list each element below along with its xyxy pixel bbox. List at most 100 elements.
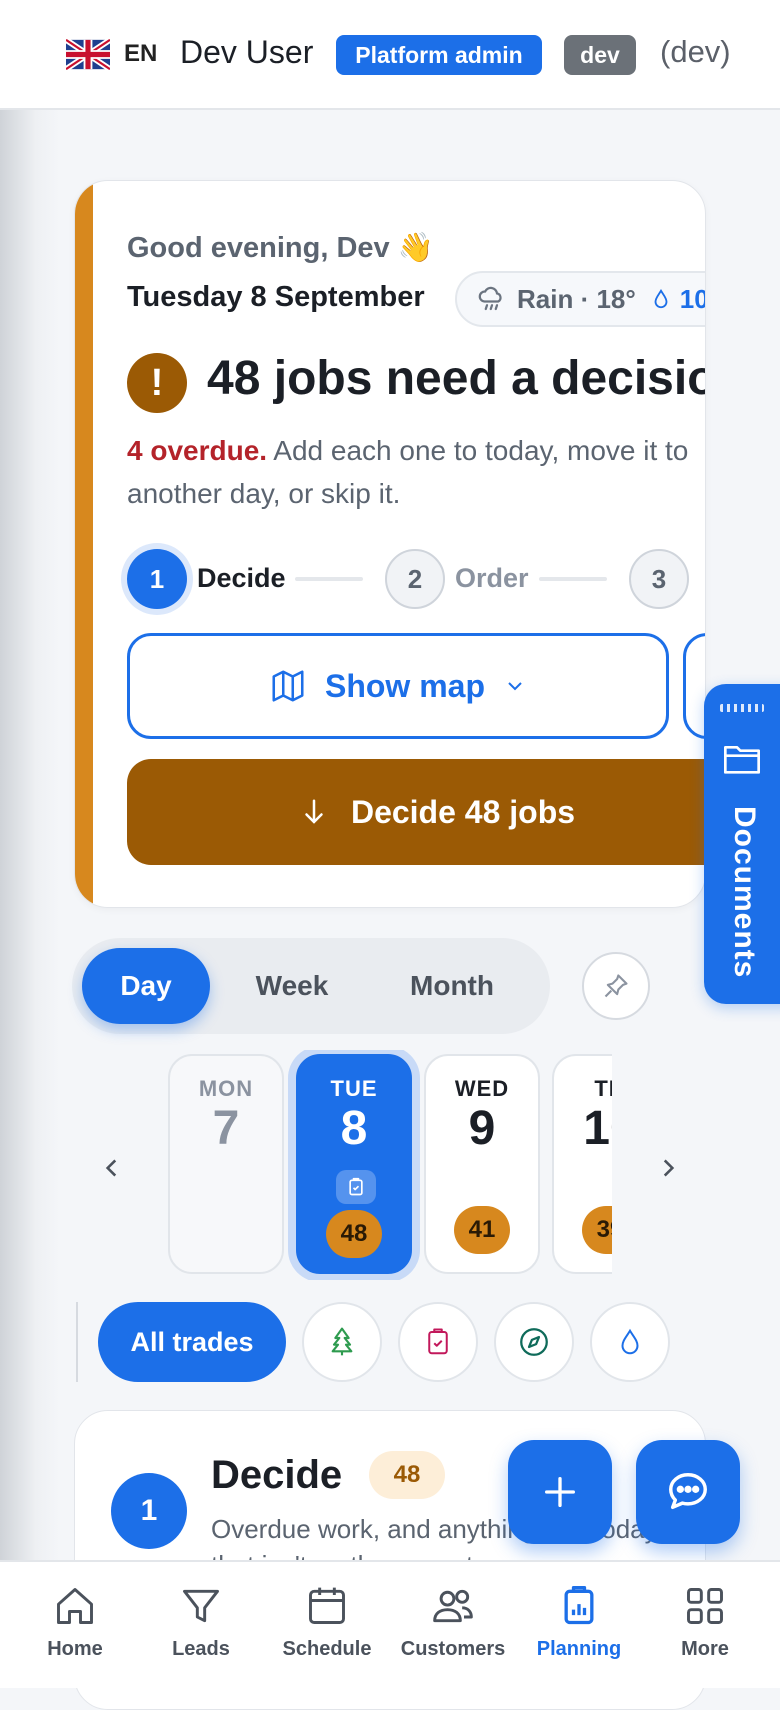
nav-more-label: More [681,1638,729,1660]
toggle-month[interactable]: Month [372,948,532,1024]
card-accent-bar [75,181,93,907]
day-card-tue[interactable]: TUE 8 48 [296,1054,412,1274]
day-date: 10 [583,1102,612,1155]
rain-value: 10 [679,283,706,314]
filter-icon [183,1589,219,1623]
chevron-right-icon [663,1159,675,1177]
day-name: TH [594,1076,612,1101]
user-name: Dev User [180,34,314,70]
toggle-week[interactable]: Week [222,948,362,1024]
decide-button-label: Decide 48 jobs [350,793,576,830]
section-number: 1 [111,1473,187,1549]
summary-card: Good evening, Dev 👋 Tuesday 8 September … [74,180,706,908]
folder-icon [724,746,760,774]
chat-bubble-icon [669,1473,707,1510]
pin-icon [604,974,628,998]
weather-condition: Rain · 18° [517,283,636,314]
day-name: WED [454,1076,510,1101]
tree-trade-filter[interactable] [302,1302,382,1382]
nav-leads[interactable]: Leads [138,1562,264,1690]
step-2-label: Order [455,563,529,593]
clipboard-check-icon [428,1328,448,1355]
day-date: 8 [340,1102,368,1155]
documents-label: Documents [728,806,761,979]
next-day-button[interactable] [648,1148,688,1188]
day-card-mon[interactable]: MON 7 [168,1054,284,1274]
alert-icon: ! [127,353,187,413]
step-1-label: Decide [197,563,286,593]
water-trade-filter[interactable] [590,1302,670,1382]
inspection-trade-filter[interactable] [398,1302,478,1382]
day-name: MON [198,1076,254,1101]
pin-button[interactable] [582,952,650,1020]
prev-day-button[interactable] [92,1148,132,1188]
step-1-circle[interactable]: 1 [127,549,187,609]
plus-icon [545,1477,575,1507]
step-2-circle[interactable]: 2 [385,549,445,609]
map-icon [272,670,304,702]
home-icon [57,1588,93,1624]
planning-icon [564,1586,594,1625]
day-date: 9 [468,1102,496,1155]
decide-jobs-button[interactable]: Decide 48 jobs [127,759,705,865]
uk-flag-icon[interactable] [66,39,110,70]
env-suffix: (dev) [660,34,731,69]
language-code[interactable]: EN [124,40,157,68]
chat-button[interactable] [636,1440,740,1544]
day-card-wed[interactable]: WED 9 41 [424,1054,540,1274]
weather-chip[interactable]: Rain · 18° 10 [455,271,706,327]
step-3-circle[interactable]: 3 [629,549,689,609]
chevron-down-icon [508,682,522,691]
rain-drop-icon [654,288,668,309]
nav-customers[interactable]: Customers [390,1562,516,1690]
chevron-left-icon [105,1159,117,1177]
day-name: TUE [330,1076,378,1101]
secondary-action-button[interactable] [683,633,705,739]
calendar-icon [309,1587,345,1624]
show-map-label: Show map [324,667,485,704]
step-connector [295,577,363,581]
section-count-badge: 48 [369,1451,445,1499]
nav-schedule[interactable]: Schedule [264,1562,390,1690]
nav-customers-label: Customers [400,1638,506,1660]
section-title: Decide [211,1453,343,1497]
date-strip: MON 7 TUE 8 48 WED 9 41 TH 10 39 [162,1050,612,1280]
nav-schedule-label: Schedule [282,1638,372,1660]
decision-headline: 48 jobs need a decision [207,352,706,405]
all-trades-filter[interactable]: All trades [98,1302,286,1382]
water-drop-icon [621,1328,639,1355]
toggle-day[interactable]: Day [82,948,210,1024]
current-date: Tuesday 8 September [127,281,425,313]
documents-tab[interactable]: Documents [704,684,780,1004]
add-button[interactable] [508,1440,612,1544]
env-badge: dev [564,35,636,75]
nav-planning[interactable]: Planning [516,1562,642,1690]
progress-steps: 1 Decide 2 Order 3 [127,549,705,609]
nav-planning-label: Planning [536,1638,622,1660]
arrow-down-icon [305,799,323,824]
overdue-count: 4 overdue. [127,435,268,466]
greeting: Good evening, Dev 👋 [127,232,434,264]
rain-cloud-icon [478,286,502,311]
job-count-badge: 48 [326,1210,382,1258]
survey-trade-filter[interactable] [494,1302,574,1382]
nav-leads-label: Leads [172,1638,230,1660]
tree-icon [331,1327,353,1356]
nav-home[interactable]: Home [12,1562,138,1690]
compass-icon [520,1328,548,1356]
day-date: 7 [212,1102,240,1155]
step-connector [539,577,607,581]
drag-handle[interactable] [720,704,764,712]
left-shadow [0,0,60,1688]
nav-home-label: Home [47,1638,103,1660]
bottom-navigation: Home Leads Schedule Customers Planning M… [0,1560,780,1688]
divider [76,1302,78,1382]
top-header: EN Dev User Platform admin dev (dev) [0,0,780,110]
decision-description: 4 overdue. Add each one to today, move i… [127,429,705,515]
nav-more[interactable]: More [642,1562,768,1690]
day-card-thu[interactable]: TH 10 39 [552,1054,612,1274]
grid-icon [687,1588,723,1624]
users-icon [433,1589,473,1623]
show-map-button[interactable]: Show map [127,633,669,739]
job-count-badge: 41 [454,1206,510,1254]
